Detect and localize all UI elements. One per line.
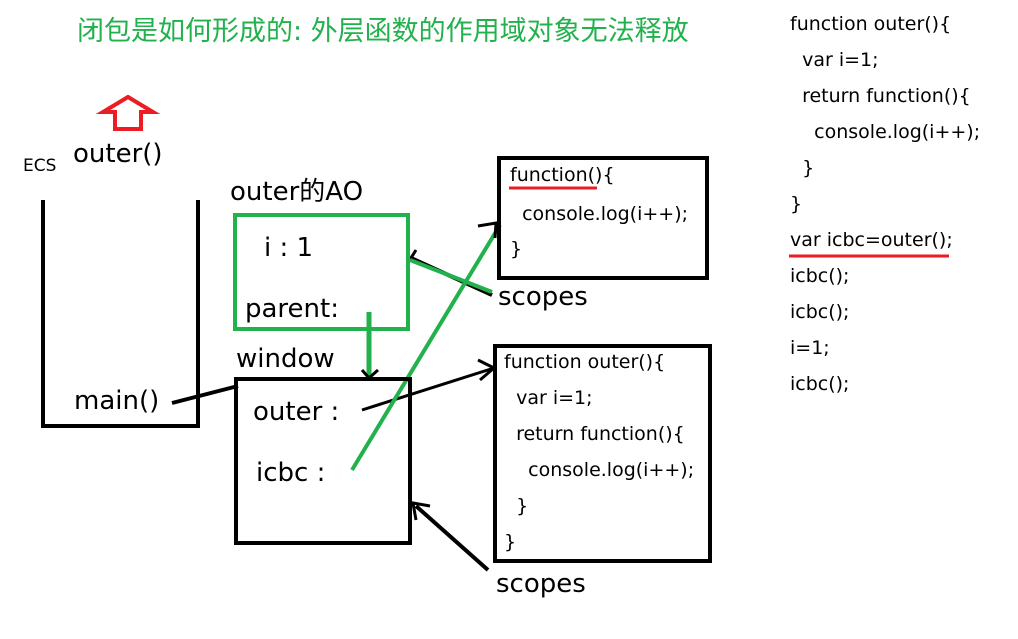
code-listing-line: icbc(); <box>790 301 850 323</box>
inner-function-line: } <box>510 238 523 260</box>
outer-function-line: function outer(){ <box>504 351 666 373</box>
window-outer-prop: outer : <box>253 397 340 427</box>
ao-parent: parent: <box>245 294 339 324</box>
outer-scope-arrow <box>414 504 490 572</box>
code-listing-line: } <box>790 193 803 215</box>
outer-scopes-label: scopes <box>496 569 586 599</box>
code-listing-line: } <box>790 157 815 179</box>
inner-function-line: function(){ <box>510 164 615 186</box>
outer-function-box <box>493 344 712 563</box>
inner-scopes-label: scopes <box>498 282 588 312</box>
ao-var-i: i : 1 <box>264 233 314 263</box>
code-listing-line: return function(){ <box>790 85 971 107</box>
code-listing-line: function outer(){ <box>790 13 952 35</box>
code-listing-line: icbc(); <box>790 265 850 287</box>
code-listing-line: var i=1; <box>790 49 879 71</box>
window-label: window <box>236 344 335 374</box>
code-listing-line: i=1; <box>790 337 830 359</box>
ao-label: outer的AO <box>230 177 364 207</box>
outer-call-frame: outer() <box>73 139 163 169</box>
up-arrow-icon <box>95 94 161 131</box>
outer-function-line: console.log(i++); <box>504 459 695 481</box>
code-listing-line: console.log(i++); <box>790 121 981 143</box>
outer-function-line: var i=1; <box>504 387 593 409</box>
outer-function-line: } <box>504 531 517 553</box>
code-listing-line: var icbc=outer(); <box>790 229 953 251</box>
main-to-window-link <box>171 384 239 405</box>
window-icbc-prop: icbc : <box>256 458 326 488</box>
code-listing-line: icbc(); <box>790 373 850 395</box>
main-call-frame: main() <box>74 386 160 416</box>
ao-scope-link <box>409 258 493 294</box>
outer-function-line: return function(){ <box>504 423 685 445</box>
ecs-label: ECS <box>23 156 57 176</box>
outer-function-line: } <box>504 495 529 517</box>
inner-function-line: console.log(i++); <box>510 203 689 225</box>
